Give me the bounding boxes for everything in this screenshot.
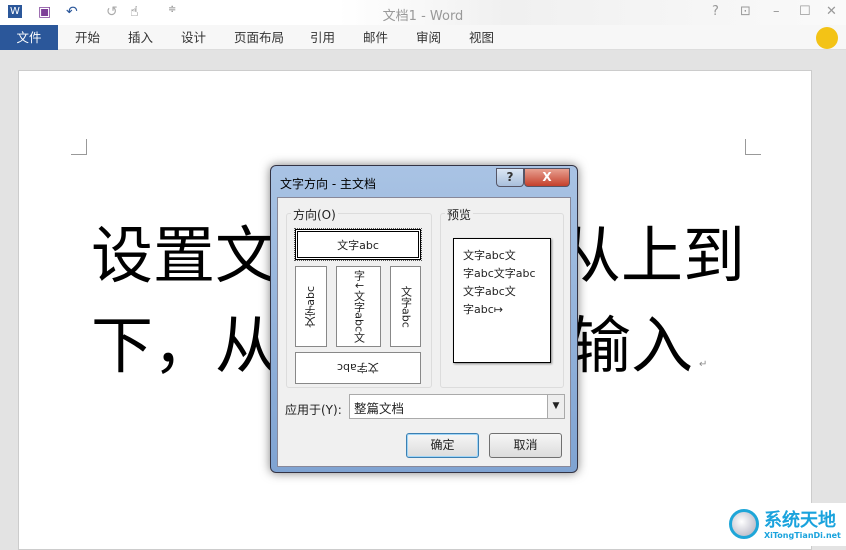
title-bar: W ▣ ↶ ↺ ☝ ≑ 文档1 - Word ? ⊡ – ☐ ✕ bbox=[0, 0, 846, 25]
dialog-help-button[interactable]: ? bbox=[496, 168, 524, 187]
orientation-group: 方向(O) 文字abc 文字abc 字↓文字abc文 文字abc 文字abc bbox=[286, 206, 432, 388]
paragraph-mark: ↵ bbox=[699, 359, 708, 370]
watermark-url: XiTongTianDi.net bbox=[764, 531, 841, 540]
window-title: 文档1 - Word bbox=[382, 9, 464, 24]
tab-file[interactable]: 文件 bbox=[0, 25, 58, 50]
tab-mailings[interactable]: 邮件 bbox=[363, 25, 388, 50]
apply-to-value: 整篇文档 bbox=[354, 401, 405, 416]
preview-line: 文字abc文 bbox=[463, 249, 516, 262]
text-direction-dialog: 文字方向 - 主文档 ? X 方向(O) 文字abc 文字abc 字↓文字abc… bbox=[270, 165, 578, 473]
tab-review[interactable]: 审阅 bbox=[416, 25, 441, 50]
option-vertical-stacked[interactable]: 字↓文字abc文 bbox=[336, 266, 381, 347]
preview-group: 预览 文字abc文 字abc文字abc 文字abc文 字abc↦ bbox=[440, 206, 564, 388]
document-text: 从上到 bbox=[559, 219, 746, 292]
option-horizontal[interactable]: 文字abc bbox=[294, 228, 422, 261]
preview-box: 文字abc文 字abc文字abc 文字abc文 字abc↦ bbox=[453, 238, 551, 363]
tab-design[interactable]: 设计 bbox=[181, 25, 206, 50]
cancel-button[interactable]: 取消 bbox=[489, 433, 562, 458]
option-horizontal-rotated[interactable]: 文字abc bbox=[295, 352, 421, 384]
crop-mark bbox=[745, 139, 761, 155]
tab-home[interactable]: 开始 bbox=[75, 25, 100, 50]
preview-line: 文字abc文 bbox=[463, 285, 516, 298]
crop-mark bbox=[71, 139, 87, 155]
avatar[interactable] bbox=[816, 27, 838, 49]
dialog-close-button[interactable]: X bbox=[524, 168, 570, 187]
preview-label: 预览 bbox=[445, 206, 474, 223]
option-label: 文字abc bbox=[337, 361, 379, 374]
orientation-label: 方向(O) bbox=[291, 206, 338, 223]
ribbon-tabs: 文件 开始 插入 设计 页面布局 引用 邮件 审阅 视图 bbox=[0, 25, 846, 50]
apply-to-label: 应用于(Y): bbox=[285, 403, 342, 417]
maximize-button[interactable]: ☐ bbox=[799, 4, 811, 19]
help-button[interactable]: ? bbox=[712, 4, 719, 19]
option-rotate-270[interactable]: 文字abc bbox=[295, 266, 327, 347]
document-text: 输入 bbox=[569, 309, 694, 382]
option-label: 文字abc bbox=[304, 285, 317, 328]
chevron-down-icon[interactable]: ▼ bbox=[547, 395, 564, 418]
document-text: 设置文 bbox=[91, 219, 278, 292]
logo-icon bbox=[729, 509, 759, 539]
close-button[interactable]: ✕ bbox=[826, 4, 837, 19]
preview-line: 字abc↦ bbox=[463, 303, 503, 316]
minimize-button[interactable]: – bbox=[773, 4, 780, 19]
watermark-text: 系统天地 bbox=[764, 510, 836, 531]
ok-button[interactable]: 确定 bbox=[406, 433, 479, 458]
tab-insert[interactable]: 插入 bbox=[128, 25, 153, 50]
preview-line: 字abc文字abc bbox=[463, 267, 536, 280]
tab-layout[interactable]: 页面布局 bbox=[234, 25, 284, 50]
tab-references[interactable]: 引用 bbox=[310, 25, 335, 50]
dialog-body: 方向(O) 文字abc 文字abc 字↓文字abc文 文字abc 文字abc 预… bbox=[277, 197, 571, 467]
apply-to-select[interactable]: 整篇文档 ▼ bbox=[349, 394, 565, 419]
document-text: 下，从 bbox=[91, 309, 278, 382]
option-rotate-90[interactable]: 文字abc bbox=[390, 266, 421, 347]
ribbon-display-options-icon[interactable]: ⊡ bbox=[740, 4, 751, 19]
tab-view[interactable]: 视图 bbox=[469, 25, 494, 50]
watermark-logo: 系统天地 XiTongTianDi.net bbox=[726, 503, 846, 546]
dialog-title: 文字方向 - 主文档 bbox=[280, 177, 376, 191]
